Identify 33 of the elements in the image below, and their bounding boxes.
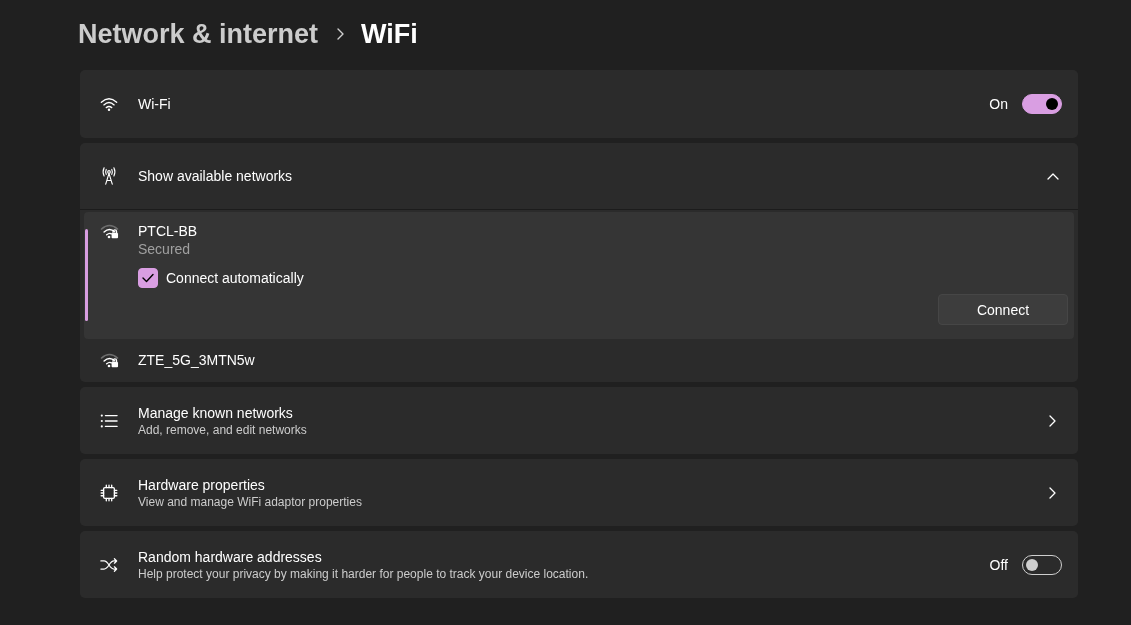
page-title: WiFi bbox=[361, 18, 418, 51]
checkbox[interactable] bbox=[138, 268, 158, 288]
setting-description: Add, remove, and edit networks bbox=[138, 421, 307, 438]
chevron-right-icon bbox=[1049, 486, 1056, 499]
wifi-icon bbox=[100, 95, 118, 113]
chip-icon bbox=[100, 483, 118, 502]
settings-card[interactable]: Manage known networks Add, remove, and edit networks bbox=[80, 387, 1078, 454]
wifi-lock-icon bbox=[100, 351, 119, 368]
breadcrumb-link[interactable]: Network & internet bbox=[78, 14, 319, 54]
wifi-lock-icon bbox=[100, 223, 119, 239]
shuffle-icon bbox=[100, 555, 118, 574]
check-icon bbox=[142, 273, 154, 283]
expander-header[interactable]: Show available networks bbox=[80, 143, 1078, 210]
setting-title: Manage known networks bbox=[138, 403, 294, 422]
connect-button[interactable]: Connect bbox=[938, 294, 1068, 325]
chevron-right-icon bbox=[1049, 414, 1056, 427]
radio-tower-icon bbox=[100, 167, 118, 185]
setting-title: Hardware properties bbox=[138, 475, 266, 494]
toggle-state-label: Off bbox=[989, 556, 1008, 573]
setting-description: Help protect your privacy by making it harder for people to track your device location. bbox=[138, 565, 589, 582]
checkbox-label: Connect automatically bbox=[166, 270, 304, 286]
toggle-switch[interactable] bbox=[1022, 94, 1062, 114]
settings-card[interactable]: Hardware properties View and manage WiFi adaptor properties bbox=[80, 459, 1078, 526]
network-status: Secured bbox=[138, 240, 192, 258]
setting-title: Wi-Fi bbox=[138, 95, 171, 113]
setting-description: View and manage WiFi adaptor properties bbox=[138, 493, 362, 510]
chevron-right-icon bbox=[337, 28, 345, 40]
network-name: ZTE_5G_3MTN5w bbox=[138, 350, 256, 369]
network-item[interactable]: PTCL-BB Secured Connect automatically Connect bbox=[84, 212, 1074, 339]
toggle-state-label: On bbox=[989, 96, 1008, 112]
network-item[interactable]: ZTE_5G_3MTN5w bbox=[84, 339, 1074, 380]
network-name: PTCL-BB bbox=[138, 222, 199, 240]
setting-title: Random hardware addresses bbox=[138, 547, 323, 566]
